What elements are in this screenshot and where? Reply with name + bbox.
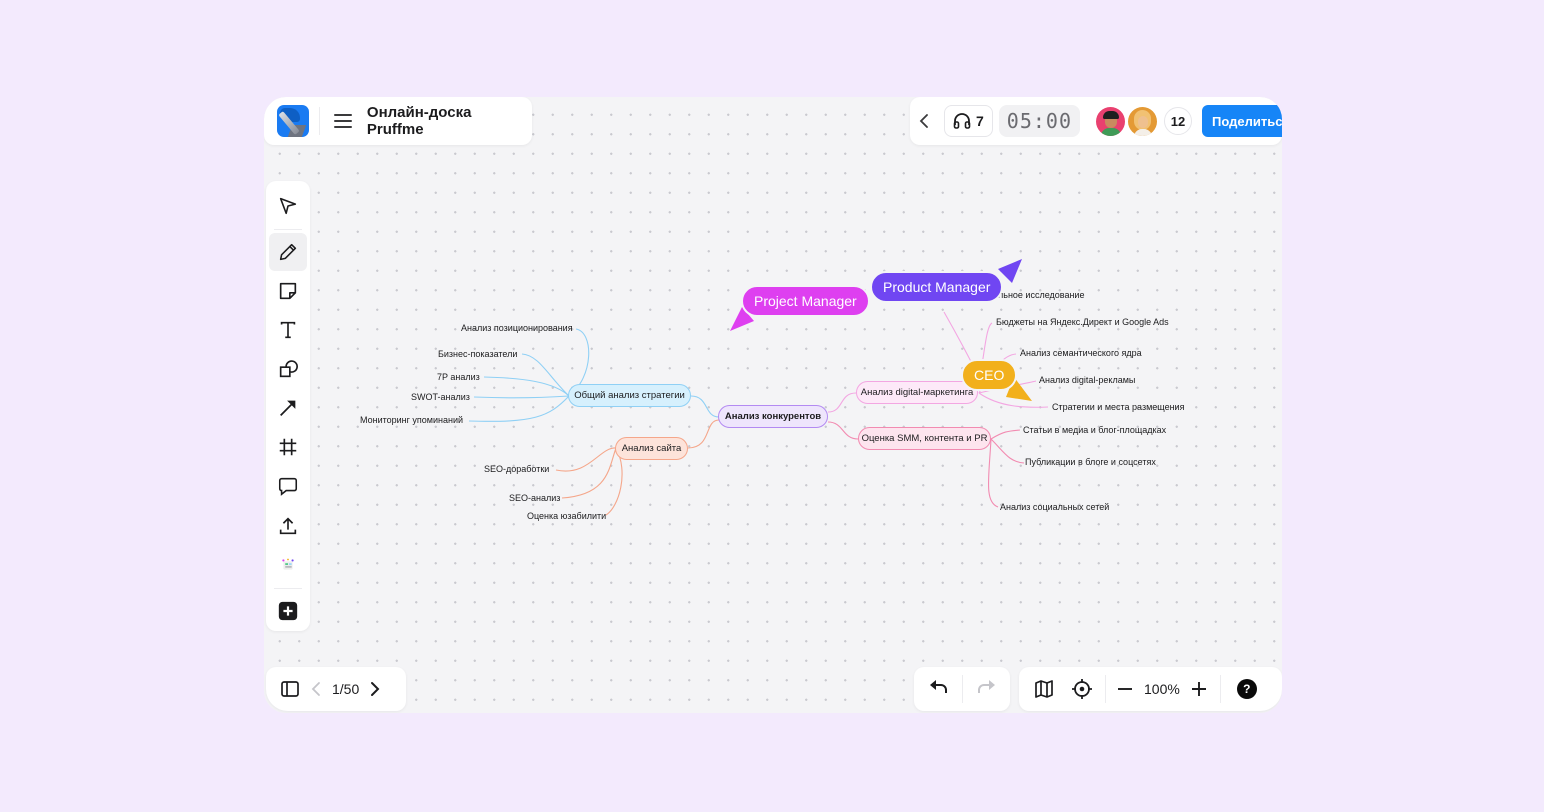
leaf-node[interactable]: льное исследование <box>998 290 1084 300</box>
timer[interactable]: 05:00 <box>998 105 1081 137</box>
connector-leaf <box>483 376 570 397</box>
leaf-node[interactable]: 7P анализ <box>437 372 480 382</box>
tool-sticky-note[interactable] <box>269 272 307 310</box>
avatar[interactable] <box>1096 106 1126 136</box>
leaf-node[interactable]: Анализ позиционирования <box>461 323 573 333</box>
pruffme-logo[interactable] <box>277 105 309 137</box>
chevron-left-icon[interactable] <box>310 681 322 697</box>
leaf-node[interactable]: Анализ социальных сетей <box>1000 502 1109 512</box>
redo-icon[interactable] <box>975 679 997 699</box>
cursor-arrow-icon <box>279 197 297 214</box>
tool-frame[interactable] <box>269 429 307 467</box>
leaf-node[interactable]: Бизнес-показатели <box>438 349 517 359</box>
tool-upload[interactable] <box>269 507 307 545</box>
participants[interactable]: 12 <box>1096 106 1193 136</box>
minus-icon[interactable] <box>1116 680 1134 698</box>
tool-select[interactable] <box>269 187 307 225</box>
connector-leaf <box>473 395 570 399</box>
divider <box>961 675 963 703</box>
divider <box>1105 675 1106 703</box>
leaf-node[interactable]: SWOT-анализ <box>411 392 470 402</box>
whiteboard-canvas[interactable]: Анализ конкурентов Общий анализ стратеги… <box>264 97 1282 713</box>
connector-root-site <box>687 419 720 449</box>
arrow-icon <box>280 400 296 417</box>
sidebar-toggle-icon[interactable] <box>280 679 300 699</box>
page-indicator: 1/50 <box>332 681 360 697</box>
divider <box>1219 675 1221 703</box>
branch-node-strategy[interactable]: Общий анализ стратегии <box>568 384 691 407</box>
connector-leaf <box>468 395 570 422</box>
plus-square-icon <box>278 601 298 620</box>
leaf-node[interactable]: Бюджеты на Яндекс.Директ и Google Ads <box>996 317 1169 327</box>
audio-count: 7 <box>976 113 984 129</box>
mindmap: Анализ конкурентов Общий анализ стратеги… <box>264 97 1282 713</box>
avatar[interactable] <box>1128 106 1158 136</box>
header-right-panel: 7 05:00 12 Поделиться <box>910 97 1282 145</box>
connector-root-strategy <box>690 395 720 418</box>
divider <box>274 587 302 589</box>
cursor-label-product-manager: Product Manager <box>870 271 1004 303</box>
templates-icon <box>282 558 294 570</box>
branch-node-digital[interactable]: Анализ digital-маркетинга <box>856 381 978 404</box>
comment-icon <box>278 478 298 497</box>
hamburger-icon[interactable] <box>333 114 352 128</box>
leaf-node[interactable]: SEO-доработки <box>484 464 549 474</box>
leaf-node[interactable]: Статьи в медиа и блог-площадках <box>1023 425 1166 435</box>
participants-count[interactable]: 12 <box>1164 107 1193 135</box>
divider <box>318 107 320 135</box>
tool-templates[interactable] <box>269 546 307 584</box>
undo-icon[interactable] <box>928 679 950 699</box>
leaf-node[interactable]: Мониторинг упоминаний <box>360 415 463 425</box>
leaf-node[interactable]: Анализ семантического ядра <box>1020 348 1142 358</box>
branch-node-smm[interactable]: Оценка SMM, контента и PR <box>858 427 991 450</box>
tool-arrow[interactable] <box>269 389 307 427</box>
leaf-node[interactable]: Стратегии и места размещения <box>1052 402 1184 412</box>
tool-more[interactable] <box>269 592 307 630</box>
pagination-panel: 1/50 <box>266 667 406 711</box>
help-button[interactable]: ? <box>1236 679 1257 699</box>
crosshair-icon[interactable] <box>1071 678 1093 700</box>
view-panel: 100% ? <box>1019 667 1282 711</box>
connector-leaf <box>521 353 570 397</box>
connector-root-smm <box>827 421 859 440</box>
frame-hash-icon <box>279 439 297 456</box>
connector-root-digital <box>827 392 857 413</box>
connector-leaf <box>987 438 999 508</box>
leaf-node[interactable]: Оценка юзабилити <box>527 511 606 521</box>
cursor-label-ceo: CEO <box>961 359 1018 391</box>
mindmap-root-node[interactable]: Анализ конкурентов <box>718 405 828 428</box>
tools-toolbar <box>266 181 310 631</box>
sticky-note-icon <box>279 282 297 300</box>
connector-leaf <box>555 447 617 472</box>
plus-icon[interactable] <box>1190 680 1208 698</box>
map-icon[interactable] <box>1033 678 1055 700</box>
branch-node-site[interactable]: Анализ сайта <box>615 437 688 460</box>
share-button[interactable]: Поделиться <box>1202 105 1282 137</box>
zoom-level[interactable]: 100% <box>1144 681 1180 697</box>
audio-button[interactable]: 7 <box>944 105 993 137</box>
tool-pen[interactable] <box>269 233 307 271</box>
pencil-icon <box>279 243 297 261</box>
leaf-node[interactable]: Анализ digital-рекламы <box>1039 375 1135 385</box>
headphones-icon <box>953 113 971 129</box>
chevron-left-icon[interactable] <box>918 106 930 136</box>
board-title[interactable]: Онлайн-доска Pruffme <box>367 104 532 138</box>
shapes-icon <box>279 360 298 378</box>
tool-text[interactable] <box>269 311 307 349</box>
cursor-label-project-manager: Project Manager <box>741 285 870 317</box>
chevron-right-icon[interactable] <box>369 681 381 697</box>
leaf-node[interactable]: Публикации в блоге и соцсетях <box>1025 457 1156 467</box>
connector-leaf <box>561 447 617 499</box>
tool-shapes[interactable] <box>269 350 307 388</box>
divider <box>274 229 302 231</box>
upload-icon <box>279 517 297 534</box>
connector-leaf <box>990 438 1025 464</box>
header-left-panel: Онлайн-доска Pruffme <box>264 97 532 145</box>
leaf-node[interactable]: SEO-анализ <box>509 493 560 503</box>
text-icon <box>280 321 296 339</box>
history-panel <box>914 667 1010 711</box>
connector-leaf <box>990 429 1021 440</box>
tool-comment[interactable] <box>269 468 307 506</box>
